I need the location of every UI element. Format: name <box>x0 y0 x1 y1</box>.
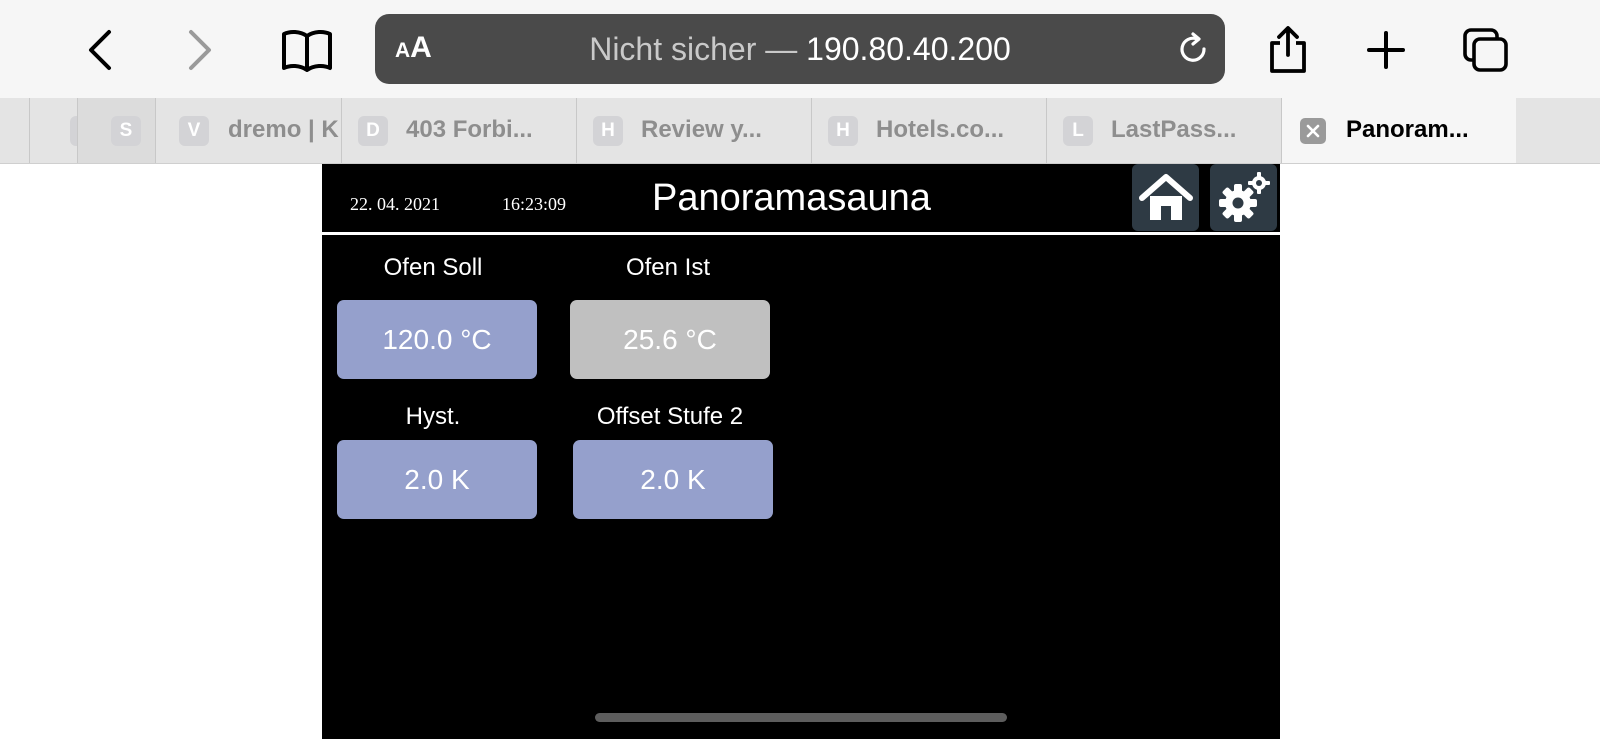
page-title: Panoramasauna <box>652 177 931 219</box>
plus-icon <box>1367 31 1405 69</box>
field-label-ofen-soll: Ofen Soll <box>383 254 483 281</box>
tab-favicon <box>70 116 77 146</box>
header-divider <box>322 232 1280 235</box>
reload-icon <box>1180 32 1206 62</box>
tab-favicon: V <box>179 116 209 146</box>
offset-stufe-2-value[interactable]: 2.0 K <box>573 440 773 519</box>
reload-button[interactable] <box>1175 31 1211 67</box>
tab-favicon: D <box>358 116 388 146</box>
share-icon <box>1270 26 1306 73</box>
ofen-soll-value[interactable]: 120.0 °C <box>337 300 537 379</box>
tab-item[interactable]: L LastPass... <box>1046 98 1281 163</box>
browser-toolbar: AA Nicht sicher — 190.80.40.200 <box>0 0 1600 98</box>
tab-favicon: H <box>593 116 623 146</box>
hyst-value[interactable]: 2.0 K <box>337 440 537 519</box>
field-label-offset-stufe-2: Offset Stufe 2 <box>596 403 744 430</box>
chevron-left-icon <box>89 30 111 70</box>
tab-item[interactable]: V dremo | K <box>155 98 341 163</box>
chevron-right-icon <box>189 30 211 70</box>
tab-title: Panoram... <box>1346 116 1469 143</box>
tab-title: dremo | K <box>228 116 339 143</box>
ofen-ist-value: 25.6 °C <box>570 300 770 379</box>
address-bar[interactable]: AA Nicht sicher — 190.80.40.200 <box>375 14 1225 84</box>
tab-item[interactable]: D 403 Forbi... <box>341 98 576 163</box>
home-icon <box>1138 173 1193 220</box>
book-icon <box>282 29 332 72</box>
tab-item[interactable]: H Hotels.co... <box>811 98 1046 163</box>
tab-title: LastPass... <box>1111 116 1237 143</box>
tab-item[interactable]: S <box>77 98 155 163</box>
field-label-ofen-ist: Ofen Ist <box>625 254 711 281</box>
close-icon <box>1306 124 1320 138</box>
settings-button[interactable] <box>1210 164 1277 231</box>
bookmarks-button[interactable] <box>279 22 335 78</box>
gears-icon <box>1218 171 1270 222</box>
tab-title: Review y... <box>641 116 762 143</box>
share-button[interactable] <box>1260 22 1316 78</box>
url-display[interactable]: Nicht sicher — 190.80.40.200 <box>375 31 1225 67</box>
field-label-hyst: Hyst. <box>405 403 461 430</box>
forward-button[interactable] <box>172 22 228 78</box>
back-button[interactable] <box>72 22 128 78</box>
new-tab-button[interactable] <box>1358 22 1414 78</box>
tab-title: Hotels.co... <box>876 116 1005 143</box>
tabs-icon <box>1463 28 1508 72</box>
tab-favicon: S <box>111 116 141 146</box>
tab-item[interactable] <box>29 98 77 163</box>
tab-overview-button[interactable] <box>1458 22 1514 78</box>
not-secure-label: Nicht sicher — <box>589 31 798 67</box>
tab-item-active[interactable]: Panoram... <box>1281 98 1516 163</box>
tab-bar: S V dremo | K D 403 Forbi... H Review y.… <box>0 98 1600 164</box>
tab-favicon: H <box>828 116 858 146</box>
home-indicator[interactable] <box>595 713 1007 722</box>
url-host: 190.80.40.200 <box>806 31 1011 67</box>
panel-date: 22. 04. 2021 <box>350 194 440 214</box>
panel-time: 16:23:09 <box>502 194 567 214</box>
close-tab-button[interactable] <box>1300 118 1326 144</box>
sauna-panel: 22. 04. 2021 16:23:09 Panoramasauna Ofen… <box>322 164 1280 739</box>
tab-item[interactable]: H Review y... <box>576 98 811 163</box>
tab-favicon: L <box>1063 116 1093 146</box>
tab-title: 403 Forbi... <box>406 116 533 143</box>
home-button[interactable] <box>1132 164 1199 231</box>
